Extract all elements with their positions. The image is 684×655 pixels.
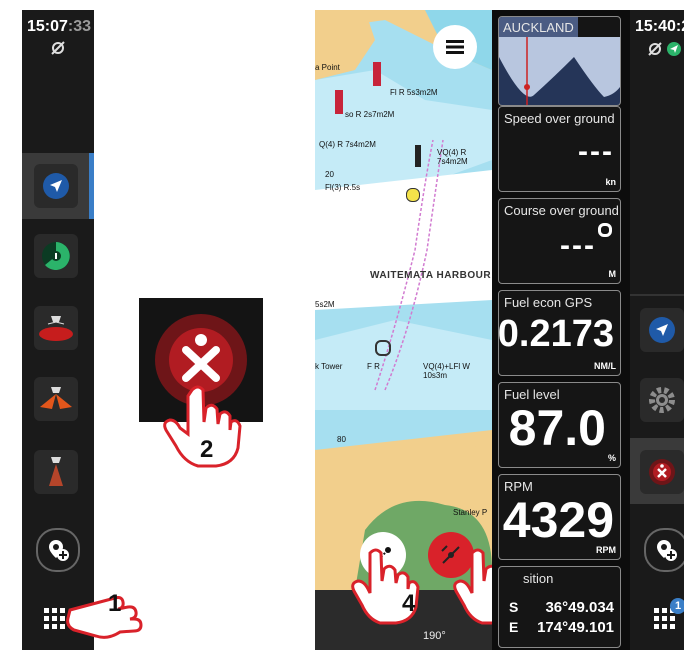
add-waypoint-button[interactable] <box>644 528 684 572</box>
navigation-button[interactable] <box>34 164 78 208</box>
heading-readout: 190° <box>423 630 446 642</box>
sog-unit: kn <box>605 177 616 187</box>
hamburger-menu-icon <box>446 40 464 54</box>
rpm-unit: RPM <box>596 545 616 555</box>
fuel-econ-label: Fuel econ GPS <box>504 295 593 310</box>
sog-label: Speed over ground <box>504 111 615 126</box>
buoy-marker <box>373 62 381 86</box>
add-waypoint-button[interactable] <box>36 528 80 572</box>
fuel-econ-tile[interactable]: Fuel econ GPS 0.2173 NM/L <box>498 290 621 376</box>
sonar-1-button[interactable] <box>34 306 78 350</box>
navigation-arrow-icon <box>43 173 69 199</box>
rpm-value: 4329 <box>502 492 614 548</box>
close-app-icon <box>649 459 675 485</box>
data-panel: AUCKLAND Speed over ground --- kn Course… <box>492 10 630 650</box>
cog-unit: M <box>608 269 617 279</box>
latitude-value: 36°49.034 <box>545 599 614 616</box>
tide-tile[interactable]: AUCKLAND <box>498 16 621 106</box>
map-label: Fl R 5s3m2M <box>390 88 438 97</box>
settings-button[interactable] <box>640 378 684 422</box>
radar-button[interactable] <box>34 234 78 278</box>
buoy-marker <box>406 188 420 202</box>
add-waypoint-icon <box>49 540 69 561</box>
map-label: k Tower <box>315 362 343 371</box>
cog-label: Course over ground <box>504 203 619 218</box>
map-label: 80 <box>337 435 346 444</box>
clock: 15:40:2 <box>635 18 684 35</box>
beacon-marker <box>415 145 421 167</box>
tap-hand-icon-1 <box>60 580 150 655</box>
rpm-tile[interactable]: RPM 4329 RPM <box>498 474 621 560</box>
left-sidebar: 15:07:33 <box>22 10 94 650</box>
fuel-level-unit: % <box>607 453 616 463</box>
gear-icon <box>649 387 675 413</box>
sonar-3-button[interactable] <box>34 450 78 494</box>
notification-badge: 1 <box>670 598 684 614</box>
tide-graph <box>499 37 620 105</box>
callout-4: 4 <box>402 590 416 617</box>
fuel-econ-unit: NM/L <box>594 361 616 371</box>
map-label: VQ(4)+LFl W 10s3m <box>423 362 470 380</box>
fuel-level-tile[interactable]: Fuel level 87.0 % <box>498 382 621 468</box>
longitude-value: 174°49.101 <box>537 619 614 636</box>
clock-seconds: :33 <box>67 18 92 35</box>
buoy-marker <box>335 90 343 114</box>
speed-over-ground-tile[interactable]: Speed over ground --- kn <box>498 106 621 192</box>
lighthouse-marker <box>375 340 391 356</box>
downscan-sonar-icon <box>49 457 63 486</box>
map-menu-button[interactable] <box>433 25 477 69</box>
sog-value: --- <box>578 135 614 168</box>
callout-1: 1 <box>108 590 122 617</box>
map-label: 5s2M <box>315 300 335 309</box>
sidescan-sonar-icon <box>40 387 72 409</box>
right-sidebar: 15:40:2 1 <box>630 10 684 650</box>
map-label: Fl(3) R.5s <box>325 183 361 192</box>
harbour-label: WAITEMATA HARBOUR <box>370 270 492 281</box>
course-over-ground-tile[interactable]: Course over ground --- M <box>498 198 621 284</box>
fuel-econ-value: 0.2173 <box>497 313 614 355</box>
position-tile[interactable]: sition S 36°49.034 E 174°49.101 <box>498 566 621 648</box>
map-label: VQ(4) R 7s4m2M <box>437 148 468 166</box>
add-waypoint-icon <box>657 540 677 561</box>
gps-status-icon <box>51 41 65 60</box>
navigation-arrow-icon <box>649 317 675 343</box>
fuel-level-value: 87.0 <box>508 400 606 456</box>
lon-hemisphere: E <box>509 619 519 635</box>
map-label: 20 <box>325 170 334 179</box>
map-label: Q(4) R 7s4m2M <box>319 140 376 149</box>
radar-icon <box>42 242 70 270</box>
cog-value: --- <box>560 229 596 262</box>
clock: 15:07:33 <box>27 18 91 36</box>
map-label: a Point <box>315 63 340 72</box>
map-label: F R <box>367 362 380 371</box>
clock-hm: 15:07 <box>27 18 68 35</box>
tap-hand-icon-4 <box>350 545 430 630</box>
map-label: Stanley P <box>453 508 488 517</box>
lat-hemisphere: S <box>509 599 519 615</box>
close-app-button[interactable] <box>640 450 684 494</box>
sonar-cone-icon <box>39 316 73 341</box>
sonar-2-button[interactable] <box>34 377 78 421</box>
gps-status-icon <box>648 42 662 61</box>
navigation-button[interactable] <box>640 308 684 352</box>
degree-symbol-icon <box>598 223 612 237</box>
autopilot-status-icon <box>666 41 682 62</box>
position-label: sition <box>523 571 554 586</box>
map-label: so R 2s7m2M <box>345 110 395 119</box>
callout-2: 2 <box>200 436 214 463</box>
